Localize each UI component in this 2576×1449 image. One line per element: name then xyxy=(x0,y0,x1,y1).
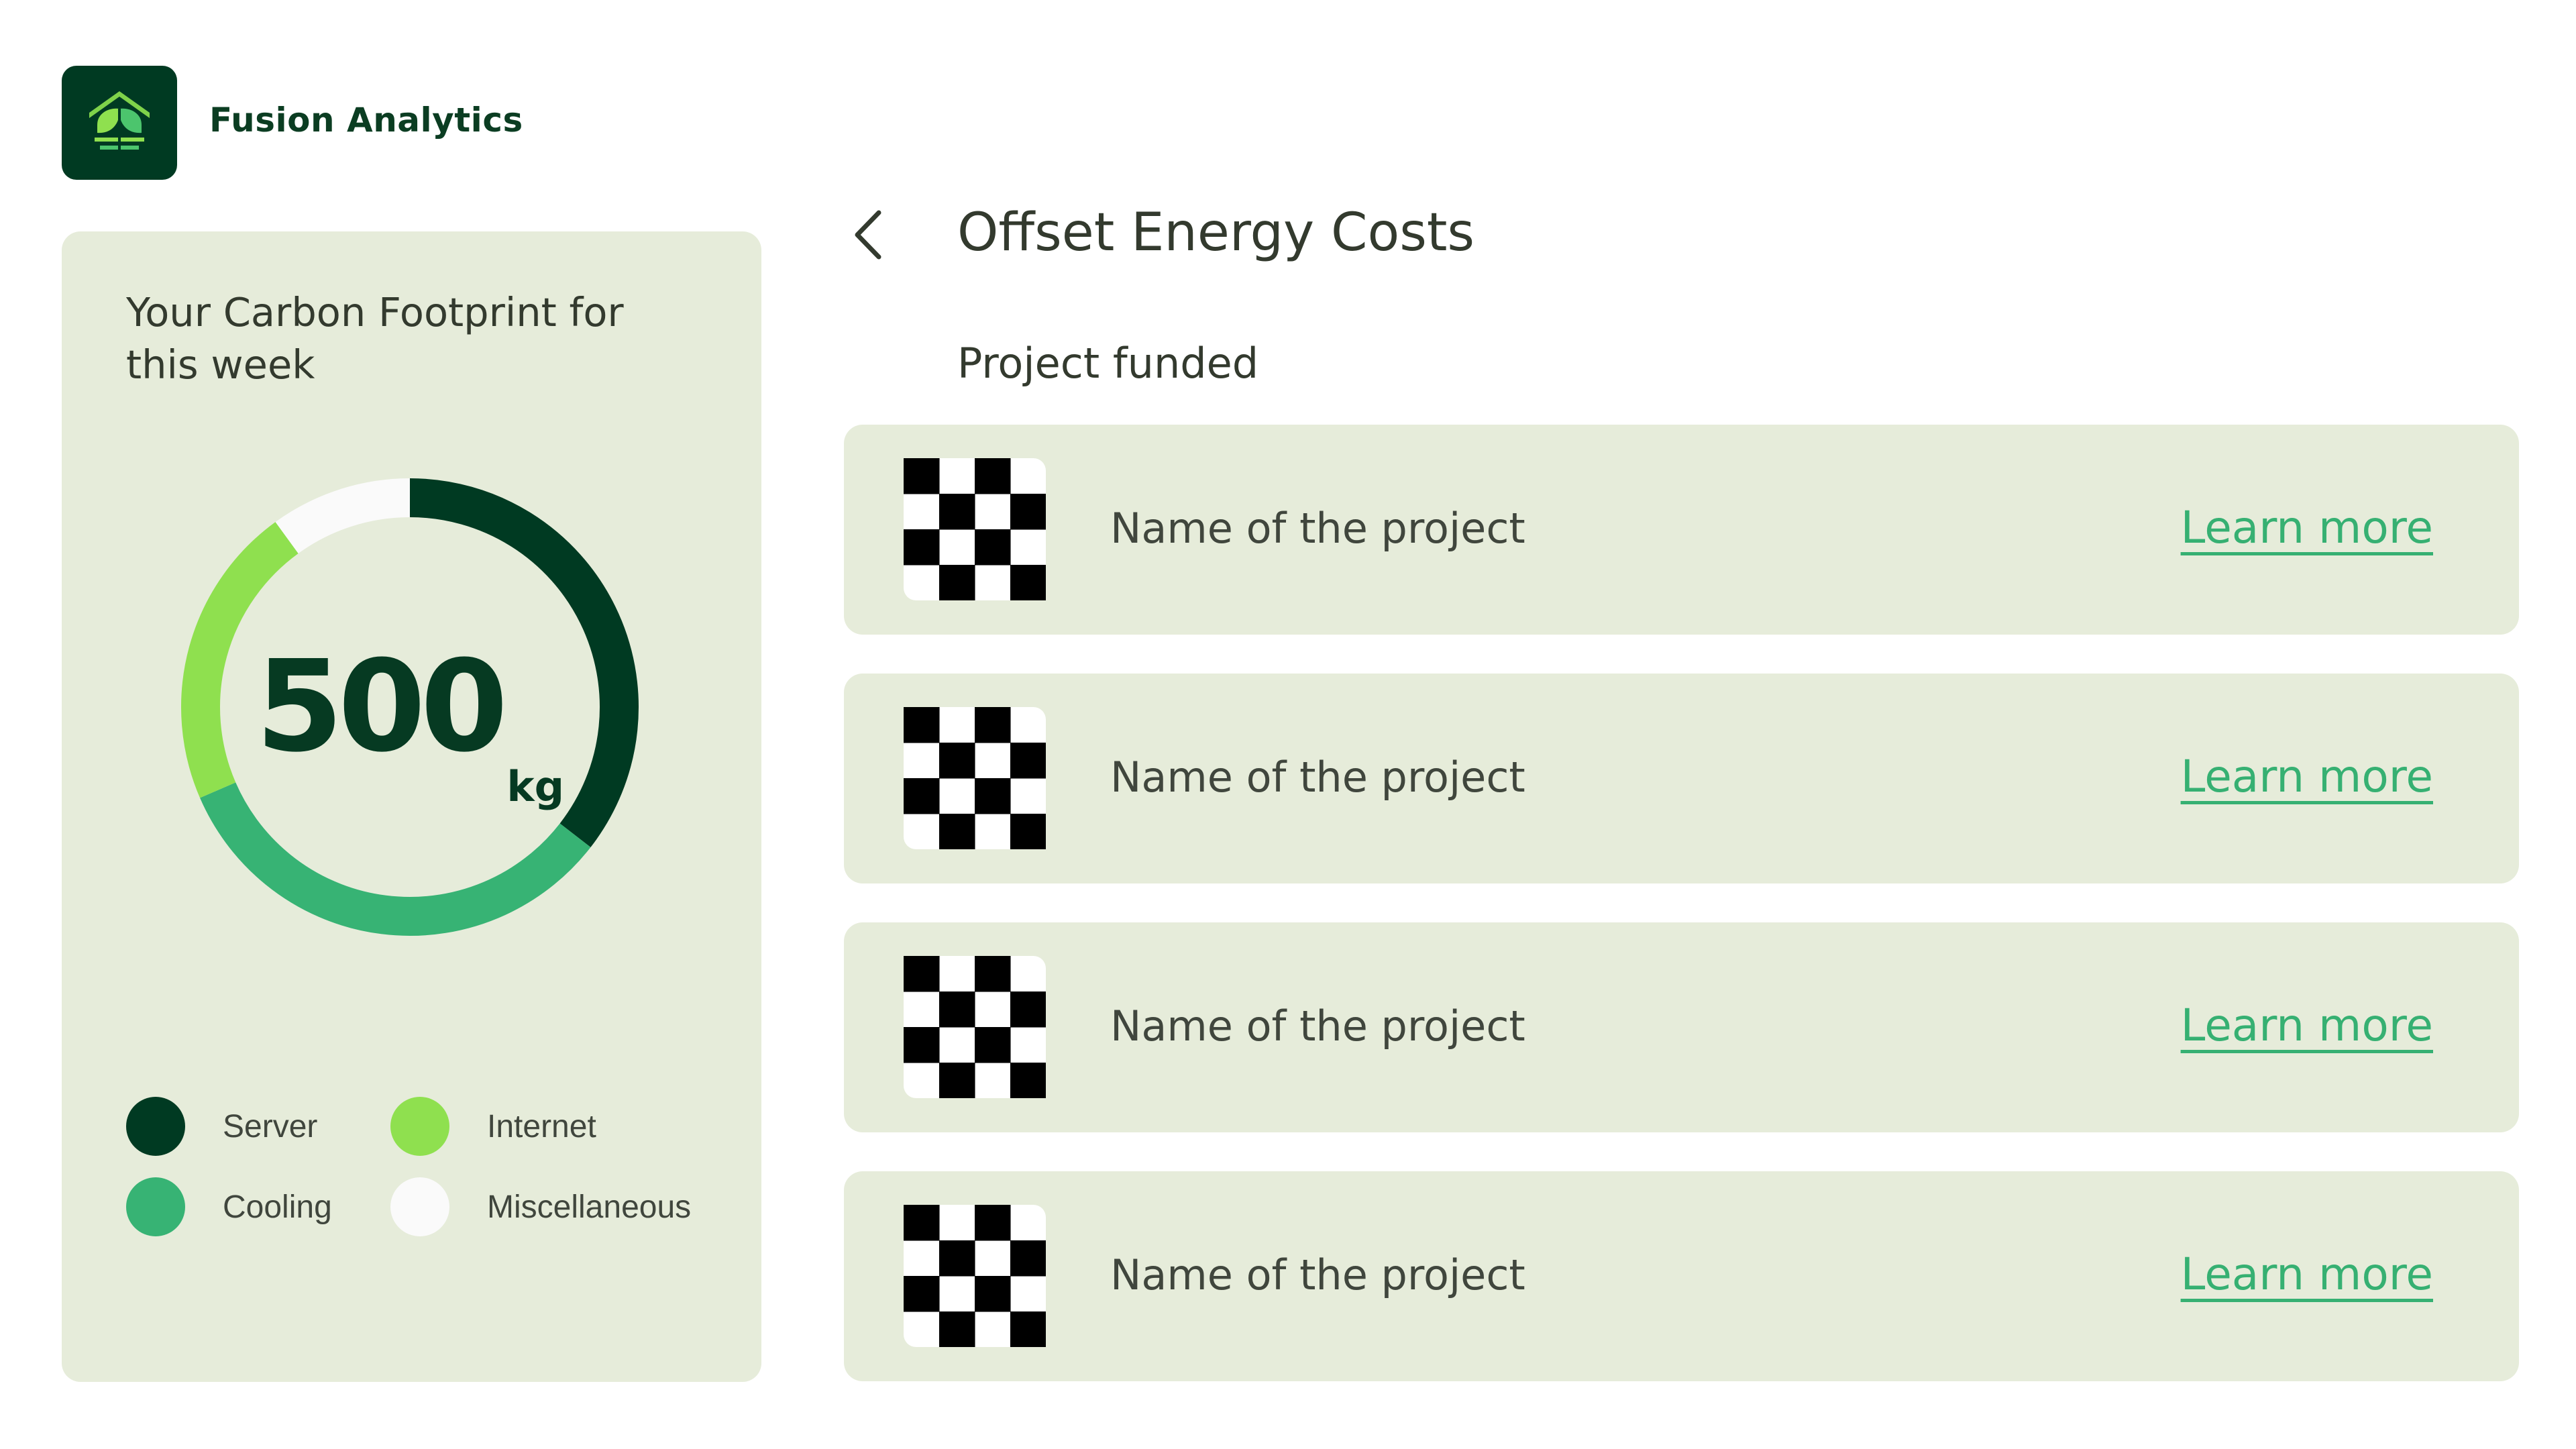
page-title: Offset Energy Costs xyxy=(957,203,1475,263)
learn-more-link[interactable]: Learn more xyxy=(2181,1248,2433,1300)
legend-label-internet: Internet xyxy=(487,1108,596,1144)
legend-swatch-miscellaneous xyxy=(390,1177,449,1236)
legend-item-miscellaneous: Miscellaneous xyxy=(390,1177,691,1236)
placeholder-image-icon xyxy=(904,1205,1046,1347)
learn-more-link[interactable]: Learn more xyxy=(2181,1000,2433,1051)
footprint-total-value: 500 xyxy=(255,633,508,780)
app-name: Fusion Analytics xyxy=(209,101,523,140)
legend-item-internet: Internet xyxy=(390,1097,596,1156)
leaf-logo-icon xyxy=(89,91,150,153)
chevron-left-icon xyxy=(855,210,881,260)
project-card: Name of the project Learn more xyxy=(844,922,2519,1132)
legend-label-cooling: Cooling xyxy=(223,1189,332,1225)
carbon-footprint-card: Your Carbon Footprint for this week 500 … xyxy=(62,231,761,1382)
section-label: Project funded xyxy=(957,339,1259,388)
footprint-title: Your Carbon Footprint for this week xyxy=(126,289,624,388)
project-card: Name of the project Learn more xyxy=(844,1171,2519,1381)
legend-swatch-internet xyxy=(390,1097,449,1156)
back-button[interactable] xyxy=(844,205,891,265)
project-name: Name of the project xyxy=(1110,1250,1525,1299)
legend-label-miscellaneous: Miscellaneous xyxy=(487,1189,692,1225)
placeholder-image-icon xyxy=(904,956,1046,1098)
project-card: Name of the project Learn more xyxy=(844,674,2519,883)
learn-more-link[interactable]: Learn more xyxy=(2181,502,2433,553)
app-logo[interactable] xyxy=(62,66,177,180)
placeholder-image-icon xyxy=(904,707,1046,849)
project-name: Name of the project xyxy=(1110,1002,1525,1051)
footprint-total-unit: kg xyxy=(506,762,565,811)
placeholder-image-icon xyxy=(904,458,1046,600)
learn-more-link[interactable]: Learn more xyxy=(2181,751,2433,802)
footprint-donut-chart: 500 kg xyxy=(162,459,658,955)
project-name: Name of the project xyxy=(1110,753,1525,802)
legend-label-server: Server xyxy=(223,1108,318,1144)
legend-swatch-server xyxy=(126,1097,185,1156)
legend-swatch-cooling xyxy=(126,1177,185,1236)
project-card: Name of the project Learn more xyxy=(844,425,2519,635)
legend-item-server: Server xyxy=(126,1097,317,1156)
legend-item-cooling: Cooling xyxy=(126,1177,332,1236)
footprint-total: 500 kg xyxy=(162,459,658,955)
project-name: Name of the project xyxy=(1110,504,1525,553)
